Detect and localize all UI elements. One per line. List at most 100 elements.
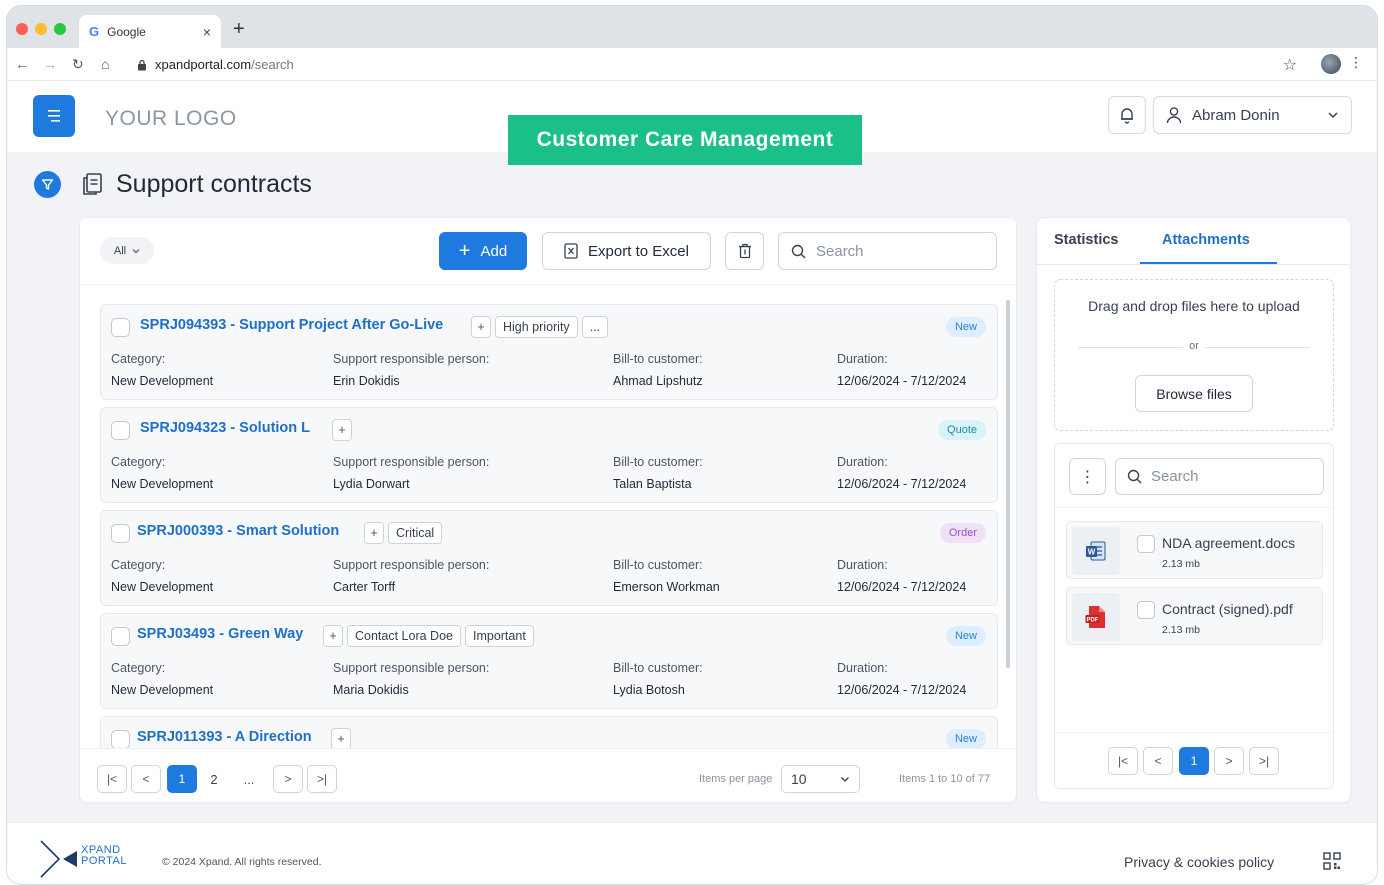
add-tag-button[interactable]: + — [332, 419, 352, 441]
contract-tag[interactable]: Important — [464, 625, 534, 647]
attachment-name: NDA agreement.docs — [1162, 535, 1296, 551]
more-tags-button[interactable]: ... — [581, 316, 609, 338]
xpand-logo-icon — [40, 840, 77, 878]
first-page-button[interactable]: |< — [1108, 747, 1138, 775]
tab-attachments[interactable]: Attachments — [1162, 232, 1250, 248]
filter-icon — [41, 179, 54, 190]
category-value: New Development — [111, 477, 214, 491]
contract-checkbox[interactable] — [111, 318, 130, 337]
attachment-item[interactable]: PDF Contract (signed).pdf 2.13 mb — [1066, 587, 1323, 645]
add-tag-button[interactable]: + — [331, 728, 351, 748]
export-excel-button[interactable]: Export to Excel — [542, 232, 711, 270]
close-window-dot[interactable] — [16, 23, 28, 35]
page-button-1[interactable]: 1 — [167, 765, 197, 793]
contract-tag[interactable]: Critical — [388, 522, 443, 544]
contracts-search-box[interactable] — [778, 232, 997, 270]
page-ellipsis[interactable]: ... — [234, 765, 264, 793]
bookmark-star-icon[interactable]: ☆ — [1283, 55, 1297, 75]
tab-statistics[interactable]: Statistics — [1054, 232, 1118, 248]
footer-brand-line2: PORTAL — [81, 855, 127, 867]
contract-card[interactable]: SPRJ03493 - Green Way + Contact Lora Doe… — [100, 613, 998, 709]
browser-menu-icon[interactable]: ⋮ — [1349, 54, 1363, 71]
attachment-item[interactable]: W NDA agreement.docs 2.13 mb — [1066, 521, 1323, 579]
items-per-page-select[interactable]: 10 — [781, 765, 860, 793]
reload-icon[interactable]: ↻ — [72, 56, 84, 73]
duration-value: 12/06/2024 - 7/12/2024 — [837, 374, 967, 388]
qr-code-icon[interactable] — [1323, 852, 1341, 870]
page-button-1[interactable]: 1 — [1179, 747, 1209, 775]
browser-tab[interactable]: G Google × — [79, 15, 221, 48]
filter-toggle-button[interactable] — [34, 171, 61, 198]
last-page-button[interactable]: >| — [1249, 747, 1279, 775]
contract-checkbox[interactable] — [111, 524, 130, 543]
status-filter-dropdown[interactable]: All — [100, 237, 154, 264]
attachments-menu-button[interactable]: ⋮ — [1069, 458, 1106, 495]
contract-tag[interactable]: High priority — [495, 316, 578, 338]
attachments-search-input[interactable] — [1151, 468, 1291, 485]
contracts-search-input[interactable] — [816, 242, 966, 260]
delete-button[interactable] — [725, 232, 764, 270]
add-tag-button[interactable]: + — [364, 522, 384, 544]
prev-page-button[interactable]: < — [1143, 747, 1173, 775]
contract-checkbox[interactable] — [111, 421, 130, 440]
attachment-checkbox[interactable] — [1137, 601, 1155, 619]
contract-card[interactable]: SPRJ094393 - Support Project After Go-Li… — [100, 304, 998, 400]
duration-value: 12/06/2024 - 7/12/2024 — [837, 477, 967, 491]
contract-tag[interactable]: Contact Lora Doe — [347, 625, 461, 647]
prev-page-button[interactable]: < — [131, 765, 161, 793]
add-button[interactable]: + Add — [439, 232, 527, 270]
page-button-2[interactable]: 2 — [199, 765, 229, 793]
back-icon[interactable]: ← — [15, 56, 29, 72]
maximize-window-dot[interactable] — [54, 23, 66, 35]
kebab-icon: ⋮ — [1079, 468, 1096, 486]
forward-icon[interactable]: → — [43, 56, 57, 72]
last-page-button[interactable]: >| — [307, 765, 337, 793]
contract-card[interactable]: SPRJ000393 - Smart Solution + Critical O… — [100, 510, 998, 606]
contract-title[interactable]: SPRJ011393 - A Direction — [137, 729, 312, 745]
notifications-button[interactable] — [1108, 96, 1146, 134]
minimize-window-dot[interactable] — [35, 23, 47, 35]
status-badge: Order — [939, 523, 986, 543]
contracts-list: SPRJ094393 - Support Project After Go-Li… — [100, 298, 998, 748]
first-page-button[interactable]: |< — [97, 765, 127, 793]
contract-title[interactable]: SPRJ094323 - Solution L — [140, 420, 310, 436]
url-field[interactable]: xpandportal.com/search — [155, 57, 294, 72]
next-page-button[interactable]: > — [273, 765, 303, 793]
page-footer: XPAND PORTAL © 2024 Xpand. All rights res… — [7, 822, 1377, 884]
add-tag-button[interactable]: + — [471, 316, 491, 338]
menu-icon — [48, 110, 60, 122]
responsible-value: Maria Dokidis — [333, 683, 409, 697]
browser-tabbar: G Google × + — [7, 6, 1377, 48]
responsible-label: Support responsible person: — [333, 558, 490, 572]
items-per-page-value: 10 — [791, 771, 807, 787]
hamburger-menu-button[interactable] — [33, 95, 75, 137]
browse-files-button[interactable]: Browse files — [1135, 375, 1253, 412]
contract-title[interactable]: SPRJ094393 - Support Project After Go-Li… — [140, 317, 443, 333]
contract-tags: + High priority ... — [471, 316, 609, 338]
attachments-search-box[interactable] — [1115, 458, 1324, 495]
contract-card[interactable]: SPRJ011393 - A Direction + New — [100, 716, 998, 748]
category-value: New Development — [111, 683, 214, 697]
contract-card[interactable]: SPRJ094323 - Solution L + Quote Category… — [100, 407, 998, 503]
contract-title[interactable]: SPRJ03493 - Green Way — [137, 626, 303, 642]
attachment-checkbox[interactable] — [1137, 535, 1155, 553]
contract-title[interactable]: SPRJ000393 - Smart Solution — [137, 523, 339, 539]
privacy-policy-link[interactable]: Privacy & cookies policy — [1124, 854, 1274, 870]
user-menu-dropdown[interactable]: Abram Donin — [1153, 96, 1352, 134]
close-tab-icon[interactable]: × — [203, 24, 211, 40]
dropzone-text: Drag and drop files here to upload — [1088, 298, 1300, 314]
or-text: or — [1189, 340, 1199, 352]
items-range-info: Items 1 to 10 of 77 — [899, 773, 991, 785]
contracts-scrollbar[interactable] — [1006, 300, 1010, 668]
next-page-button[interactable]: > — [1214, 747, 1244, 775]
contract-tags: + — [332, 419, 352, 441]
file-dropzone[interactable]: Drag and drop files here to upload or Br… — [1054, 279, 1334, 431]
browser-profile-avatar[interactable] — [1321, 54, 1341, 74]
contract-checkbox[interactable] — [111, 627, 130, 646]
contract-checkbox[interactable] — [111, 730, 130, 748]
add-tag-button[interactable]: + — [323, 625, 343, 647]
new-tab-icon[interactable]: + — [233, 18, 245, 41]
home-icon[interactable]: ⌂ — [101, 56, 109, 72]
status-badge: New — [945, 626, 986, 646]
page-title: Support contracts — [116, 170, 312, 198]
